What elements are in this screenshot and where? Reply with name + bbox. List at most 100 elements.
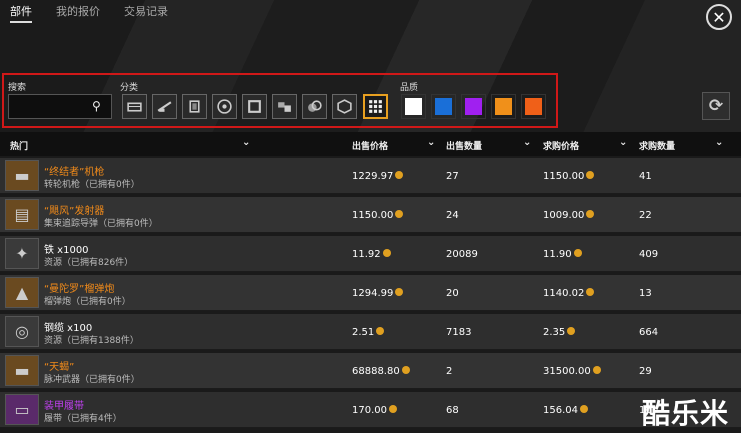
- item-name: “飓风”发射器: [44, 206, 105, 217]
- table-row[interactable]: ▲ “曼陀罗”榴弹炮 榴弹炮（已拥有0件） 1294.99 20 1140.02…: [0, 275, 741, 311]
- coin-icon: [395, 210, 404, 218]
- table-row[interactable]: ▭ 装甲履带 履带（已拥有4件） 170.00 68 156.04 16: [0, 392, 741, 428]
- table-row[interactable]: ▬ “天蝎” 脉冲武器（已拥有0件） 68888.80 2 31500.00 2…: [0, 353, 741, 389]
- tab-bar: 部件 我的报价 交易记录: [0, 0, 182, 24]
- sell-price-cell: 170.00: [352, 405, 397, 416]
- buy-price-cell: 31500.00: [543, 366, 601, 377]
- item-subtitle: 转轮机枪（已拥有0件）: [44, 180, 140, 190]
- table-row[interactable]: ▬ “终结者”机枪 转轮机枪（已拥有0件） 1229.97 27 1150.00…: [0, 158, 741, 194]
- sell-qty-cell: 7183: [446, 327, 472, 338]
- buy-price-cell: 1140.02: [543, 288, 595, 299]
- watermark: 酷乐米: [642, 397, 730, 430]
- quality-purple-button[interactable]: [461, 94, 486, 119]
- sell-qty-cell: 68: [446, 405, 459, 416]
- tab-parts[interactable]: 部件: [10, 1, 32, 23]
- gatling-icon: ▬: [5, 160, 39, 191]
- quality-label: 品质: [400, 83, 419, 93]
- buy-qty-cell: 29: [639, 366, 652, 377]
- item-name: 铁 x1000: [44, 245, 89, 256]
- item-subtitle: 履带（已拥有4件）: [44, 414, 122, 424]
- header-buy-price[interactable]: 求购价格: [543, 139, 579, 152]
- buy-price-cell: 1009.00: [543, 210, 595, 221]
- quality-red-orange-button[interactable]: [521, 94, 546, 119]
- table-header: 热门 ⌄ 出售价格 ⌄ 出售数量 ⌄ 求购价格 ⌄ 求购数量 ⌄: [0, 132, 741, 156]
- sell-price-cell: 1294.99: [352, 288, 404, 299]
- sell-price-cell: 2.51: [352, 327, 385, 338]
- item-subtitle: 榴弹炮（已拥有0件）: [44, 297, 131, 307]
- quality-orange-button[interactable]: [491, 94, 516, 119]
- wheel-icon[interactable]: [212, 94, 237, 119]
- header-sell-qty[interactable]: 出售数量: [446, 139, 482, 152]
- chevron-down-icon[interactable]: ⌄: [715, 137, 723, 148]
- item-name: “天蝎”: [44, 362, 75, 373]
- coin-icon: [573, 249, 582, 257]
- item-subtitle: 资源（已拥有1388件）: [44, 336, 139, 346]
- chevron-down-icon[interactable]: ⌄: [523, 137, 531, 148]
- buy-qty-cell: 409: [639, 249, 659, 260]
- pulse-weapon-icon: ▬: [5, 355, 39, 386]
- buy-price-cell: 11.90: [543, 249, 582, 260]
- buy-qty-cell: 22: [639, 210, 652, 221]
- tab-trade-history[interactable]: 交易记录: [124, 1, 168, 23]
- sell-price-cell: 11.92: [352, 249, 391, 260]
- coin-icon: [401, 366, 410, 374]
- item-name: 钢缆 x100: [44, 323, 93, 334]
- cable-icon: ◎: [5, 316, 39, 347]
- buy-qty-cell: 664: [639, 327, 659, 338]
- launcher-icon: ▤: [5, 199, 39, 230]
- refresh-button[interactable]: ⟳: [702, 92, 730, 120]
- cabin-icon[interactable]: [122, 94, 147, 119]
- table-row[interactable]: ✦ 铁 x1000 资源（已拥有826件） 11.92 20089 11.90 …: [0, 236, 741, 272]
- chevron-down-icon[interactable]: ⌄: [427, 137, 435, 148]
- buy-qty-cell: 13: [639, 288, 652, 299]
- sell-qty-cell: 27: [446, 171, 459, 182]
- search-icon[interactable]: ⚲: [92, 99, 101, 113]
- tab-my-offers[interactable]: 我的报价: [56, 1, 100, 23]
- table-row[interactable]: ▤ “飓风”发射器 集束追踪导弹（已拥有0件） 1150.00 24 1009.…: [0, 197, 741, 233]
- sell-qty-cell: 20089: [446, 249, 478, 260]
- header-sell-price[interactable]: 出售价格: [352, 139, 388, 152]
- category-label: 分类: [120, 83, 139, 93]
- module-icon[interactable]: [272, 94, 297, 119]
- gun-icon[interactable]: [152, 94, 177, 119]
- coin-icon: [586, 288, 595, 296]
- sell-qty-cell: 24: [446, 210, 459, 221]
- close-button[interactable]: ✕: [706, 4, 732, 30]
- item-name: “曼陀罗”榴弹炮: [44, 284, 115, 295]
- header-hot[interactable]: 热门: [10, 139, 28, 152]
- sell-qty-cell: 20: [446, 288, 459, 299]
- item-subtitle: 集束追踪导弹（已拥有0件）: [44, 219, 158, 229]
- chevron-down-icon[interactable]: ⌄: [242, 137, 250, 148]
- table-row[interactable]: ◎ 钢缆 x100 资源（已拥有1388件） 2.51 7183 2.35 66…: [0, 314, 741, 350]
- coin-icon: [586, 171, 595, 179]
- armor-icon[interactable]: [182, 94, 207, 119]
- sell-price-cell: 1150.00: [352, 210, 404, 221]
- howitzer-icon: ▲: [5, 277, 39, 308]
- chevron-down-icon[interactable]: ⌄: [619, 137, 627, 148]
- coin-icon: [376, 327, 385, 335]
- hex-icon[interactable]: [332, 94, 357, 119]
- filter-panel: 搜索 ⚲ 分类 品质: [2, 73, 558, 128]
- all-grid-icon[interactable]: [363, 94, 388, 119]
- sell-price-cell: 1229.97: [352, 171, 404, 182]
- buy-price-cell: 1150.00: [543, 171, 595, 182]
- coin-icon: [592, 366, 601, 374]
- iron-icon: ✦: [5, 238, 39, 269]
- quality-white-button[interactable]: [401, 94, 426, 119]
- frame-icon[interactable]: [242, 94, 267, 119]
- coin-icon: [395, 171, 404, 179]
- item-subtitle: 脉冲武器（已拥有0件）: [44, 375, 140, 385]
- resource-icon[interactable]: [302, 94, 327, 119]
- item-name: “终结者”机枪: [44, 167, 105, 178]
- buy-qty-cell: 41: [639, 171, 652, 182]
- sell-price-cell: 68888.80: [352, 366, 410, 377]
- coin-icon: [389, 405, 397, 413]
- coin-icon: [586, 210, 595, 218]
- coin-icon: [382, 249, 391, 257]
- item-name: 装甲履带: [44, 401, 84, 412]
- item-subtitle: 资源（已拥有826件）: [44, 258, 134, 268]
- sell-qty-cell: 2: [446, 366, 453, 377]
- buy-price-cell: 2.35: [543, 327, 576, 338]
- quality-blue-button[interactable]: [431, 94, 456, 119]
- header-buy-qty[interactable]: 求购数量: [639, 139, 675, 152]
